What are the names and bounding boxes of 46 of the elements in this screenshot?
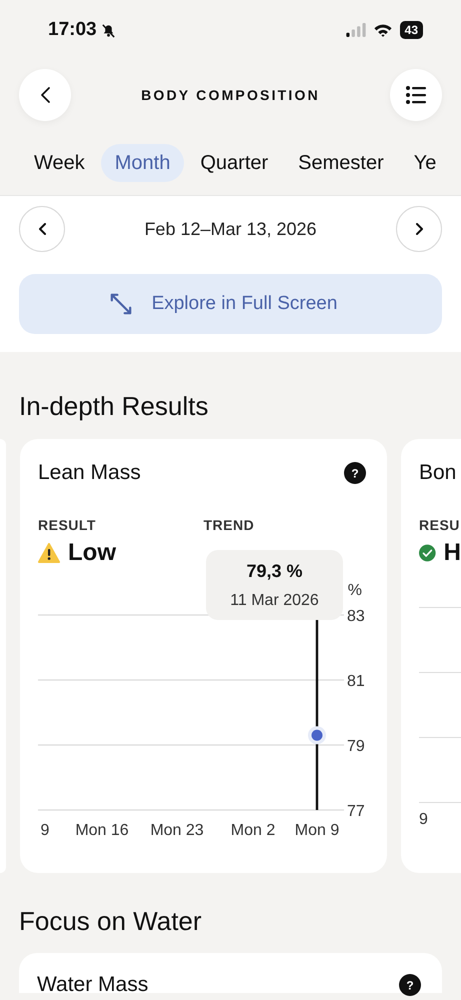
y-tick-label: 81 <box>347 673 365 690</box>
y-tick-label: 77 <box>347 803 365 820</box>
result-label: RESULT <box>38 517 97 533</box>
signal-icon <box>346 23 366 37</box>
result-value: H <box>444 539 461 567</box>
expand-icon <box>110 293 132 315</box>
result-value: Low <box>68 539 116 567</box>
list-icon <box>406 86 426 104</box>
y-tick-label: 79 <box>347 738 365 755</box>
section-title: In-depth Results <box>19 390 210 423</box>
explore-button[interactable]: Explore in Full Screen <box>19 274 442 334</box>
muted-bell-icon <box>100 22 117 38</box>
unit-label: % <box>348 582 362 599</box>
section-title: Focus on Water <box>19 905 203 938</box>
next-button[interactable] <box>396 206 442 252</box>
card-title: Lean Mass <box>38 460 141 486</box>
back-icon <box>40 86 50 104</box>
help-icon[interactable]: ? <box>399 974 421 996</box>
card-title: Water Mass <box>37 972 148 998</box>
y-tick-label: 83 <box>347 608 365 625</box>
chevron-left-icon <box>38 223 46 235</box>
x-tick-label: Mon 9 <box>294 822 340 839</box>
x-tick-label: Mon 23 <box>150 822 204 839</box>
chevron-right-icon <box>416 223 422 235</box>
period-tab[interactable]: Month <box>100 144 184 182</box>
x-tick-label: Mon 16 <box>75 822 129 839</box>
x-tick-label: Mon 2 <box>230 822 276 839</box>
tooltip-value: 79,3 % <box>246 560 303 582</box>
date-range: Feb 12–Mar 13, 2026 <box>144 218 317 240</box>
page-title: BODY COMPOSITION <box>141 87 320 103</box>
previous-button[interactable] <box>19 206 65 252</box>
data-point[interactable] <box>312 730 322 741</box>
battery-icon: 43 <box>400 21 423 39</box>
help-icon[interactable]: ? <box>344 462 366 484</box>
tooltip-date: 11 Mar 2026 <box>230 592 319 610</box>
status-time: 17:03 <box>48 19 97 41</box>
x-tick-label: 9 <box>40 822 50 839</box>
period-tab[interactable]: Ye <box>400 144 450 182</box>
result-label: RESU <box>419 517 461 533</box>
wifi-icon <box>372 22 393 38</box>
period-tab[interactable]: Semester <box>284 144 398 182</box>
x-tick-label: 9 <box>419 811 429 829</box>
period-tab[interactable]: Quarter <box>186 144 282 182</box>
card-title: Bon <box>419 460 458 486</box>
period-tab[interactable]: Week <box>20 144 99 182</box>
trend-label: TREND <box>204 517 256 533</box>
